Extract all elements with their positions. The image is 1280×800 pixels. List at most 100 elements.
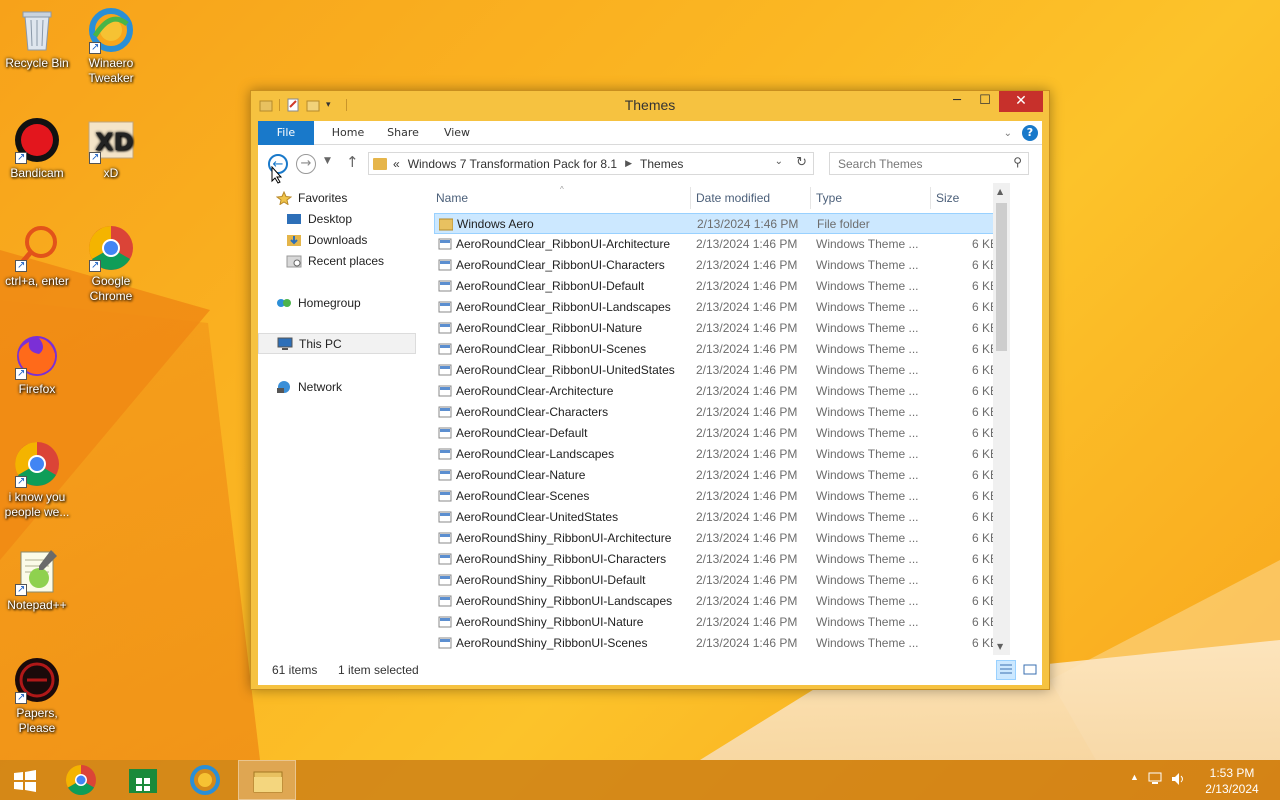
recent-locations-dropdown-icon[interactable]: ▼ [324,156,331,166]
desktop-icon-xd[interactable]: XD xD [74,116,148,181]
file-row[interactable]: AeroRoundShiny_RibbonUI-Nature 2/13/2024 … [434,612,1006,633]
show-hidden-icons-icon[interactable]: ▲ [1130,772,1139,782]
file-row[interactable]: AeroRoundClear_RibbonUI-Default 2/13/2024… [434,276,1006,297]
file-row[interactable]: AeroRoundClear-Architecture 2/13/2024 1:4… [434,381,1006,402]
details-view-button[interactable] [996,660,1016,680]
taskbar-file-explorer[interactable] [238,760,296,800]
chevron-down-icon[interactable]: ⌄ [775,156,783,167]
desktop-icon-label: Notepad++ [7,598,67,612]
theme-file-icon [438,531,452,545]
nav-item-this-pc[interactable]: This PC [258,333,416,354]
nav-item-favorites[interactable]: Favorites [275,187,416,208]
desktop-icon-ctrl-a-enter[interactable]: ctrl+a, enter [0,224,74,289]
file-row[interactable]: AeroRoundClear-Landscapes 2/13/2024 1:46 … [434,444,1006,465]
desktop-icon-recycle-bin[interactable]: Recycle Bin [0,6,74,71]
nav-item-desktop[interactable]: Desktop [286,208,416,229]
file-row[interactable]: AeroRoundShiny_RibbonUI-Architecture 2/13… [434,528,1006,549]
status-bar: 61 items 1 item selected [258,655,1042,685]
file-date: 2/13/2024 1:46 PM [696,573,798,587]
address-bar[interactable]: « Windows 7 Transformation Pack for 8.1 … [368,152,814,175]
file-date: 2/13/2024 1:46 PM [696,594,798,608]
nav-item-network[interactable]: Network [276,376,416,397]
help-icon[interactable]: ? [1022,125,1038,141]
file-row[interactable]: AeroRoundClear_RibbonUI-Nature 2/13/2024 … [434,318,1006,339]
desktop-icon-firefox[interactable]: Firefox [0,332,74,397]
title-bar[interactable]: ▾ Themes ─ ☐ ✕ [251,91,1049,119]
chevron-right-icon[interactable]: ▶ [625,159,632,169]
scrollbar-thumb[interactable] [996,203,1007,351]
desktop-icon-chrome-profile[interactable]: i know you people we... [0,440,74,520]
clock[interactable]: 1:53 PM 2/13/2024 [1202,765,1262,797]
file-row[interactable]: AeroRoundClear-Characters 2/13/2024 1:46 … [434,402,1006,423]
file-type: Windows Theme ... [816,531,919,545]
scroll-up-icon[interactable]: ▲ [997,187,1003,196]
refresh-icon[interactable]: ↻ [796,155,807,170]
file-date: 2/13/2024 1:46 PM [696,258,798,272]
tab-share[interactable]: Share [378,121,428,145]
homegroup-icon [276,296,292,310]
tab-file[interactable]: File [258,121,314,145]
close-button[interactable]: ✕ [999,91,1043,112]
taskbar-store[interactable] [114,760,172,800]
tab-view[interactable]: View [434,121,480,145]
nav-item-recent-places[interactable]: Recent places [286,250,416,271]
breadcrumb-overflow[interactable]: « [393,157,400,171]
item-count: 61 items [272,663,318,677]
taskbar-winaero-tweaker[interactable] [176,760,234,800]
nav-item-downloads[interactable]: Downloads [286,229,416,250]
file-row[interactable]: AeroRoundClear_RibbonUI-UnitedStates 2/13… [434,360,1006,381]
file-row[interactable]: Windows Aero 2/13/2024 1:46 PM File folder [434,213,1006,234]
desktop-icon-google-chrome[interactable]: Google Chrome [74,224,148,304]
vertical-scrollbar[interactable]: ▲ ▼ [993,183,1010,655]
file-row[interactable]: AeroRoundShiny_RibbonUI-Default 2/13/2024… [434,570,1006,591]
volume-icon[interactable] [1170,771,1186,790]
file-row[interactable]: AeroRoundShiny_RibbonUI-Landscapes 2/13/2… [434,591,1006,612]
minimize-button[interactable]: ─ [943,91,971,112]
breadcrumb-pack[interactable]: Windows 7 Transformation Pack for 8.1 [408,157,617,171]
desktop-icon-papers-please[interactable]: Papers, Please [0,656,74,736]
file-row[interactable]: AeroRoundClear-UnitedStates 2/13/2024 1:4… [434,507,1006,528]
column-divider[interactable] [690,187,691,209]
tab-home[interactable]: Home [322,121,374,145]
nav-item-label: This PC [299,336,342,351]
maximize-button[interactable]: ☐ [971,91,999,112]
search-placeholder: Search Themes [838,157,923,171]
nav-item-homegroup[interactable]: Homegroup [276,292,416,313]
file-type: File folder [817,217,870,231]
desktop-icon-label: Bandicam [10,166,64,180]
column-header-size[interactable]: Size [936,183,996,213]
winaero-tweaker-icon [190,765,220,795]
desktop-icon-notepad-plus-plus[interactable]: Notepad++ [0,548,74,613]
file-row[interactable]: AeroRoundClear_RibbonUI-Characters 2/13/2… [434,255,1006,276]
column-header-date[interactable]: Date modified [696,183,806,213]
start-button[interactable] [0,760,50,800]
theme-file-icon [438,321,452,335]
column-header-type[interactable]: Type [816,183,926,213]
file-row[interactable]: AeroRoundClear-Nature 2/13/2024 1:46 PM Wi… [434,465,1006,486]
expand-ribbon-icon[interactable]: ⌄ [1004,128,1012,139]
column-divider[interactable] [930,187,931,209]
file-row[interactable]: AeroRoundClear-Default 2/13/2024 1:46 PM W… [434,423,1006,444]
file-row[interactable]: AeroRoundClear_RibbonUI-Architecture 2/13… [434,234,1006,255]
papers-please-icon [13,656,61,705]
folder-icon [438,217,454,231]
file-row[interactable]: AeroRoundShiny_RibbonUI-Scenes 2/13/2024 … [434,633,1006,654]
desktop-icon-bandicam[interactable]: Bandicam [0,116,74,181]
desktop-icon-winaero-tweaker[interactable]: Winaero Tweaker [74,6,148,86]
taskbar-chrome[interactable] [52,760,110,800]
network-status-icon[interactable] [1148,771,1164,790]
column-divider[interactable] [810,187,811,209]
forward-button[interactable]: → [296,154,316,174]
theme-file-icon [438,489,452,503]
file-name: AeroRoundShiny_RibbonUI-Landscapes [456,594,673,608]
file-row[interactable]: AeroRoundClear_RibbonUI-Landscapes 2/13/2… [434,297,1006,318]
scroll-down-icon[interactable]: ▼ [997,642,1003,651]
file-row[interactable]: AeroRoundClear_RibbonUI-Scenes 2/13/2024 … [434,339,1006,360]
file-row[interactable]: AeroRoundClear-Scenes 2/13/2024 1:46 PM Wi… [434,486,1006,507]
breadcrumb-themes[interactable]: Themes [640,157,683,171]
search-input[interactable]: Search Themes ⚲ [829,152,1029,175]
file-row[interactable]: AeroRoundShiny_RibbonUI-Characters 2/13/2… [434,549,1006,570]
column-header-name[interactable]: Name ^ [436,183,686,213]
large-icons-view-button[interactable] [1020,660,1040,680]
up-arrow-icon[interactable]: ↑ [346,153,359,171]
